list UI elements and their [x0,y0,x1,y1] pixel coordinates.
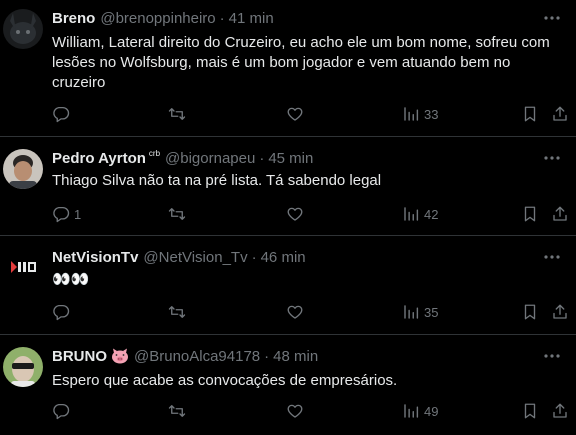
views-button[interactable]: 35 [402,300,438,324]
retweet-button[interactable] [168,399,190,423]
share-icon [553,304,567,319]
views-button[interactable]: 33 [402,102,438,126]
heart-icon [287,404,303,418]
bookmark-icon [524,304,536,320]
retweet-icon [168,208,186,220]
tweet-text: William, Lateral direito do Cruzeiro, eu… [52,34,550,91]
more-options-icon[interactable] [542,148,562,168]
reply-icon [53,106,70,123]
bookmark-icon [524,206,536,222]
user-handle[interactable]: @brenoppinheiro [100,10,215,27]
timestamp[interactable]: 45 min [268,150,313,167]
user-handle[interactable]: @bigornapeu [165,150,255,167]
more-options-icon[interactable] [542,247,562,267]
views-button[interactable]: 49 [402,399,438,423]
avatar[interactable] [3,247,43,287]
share-button[interactable] [551,102,569,126]
separator-dot: · [251,248,257,266]
views-chart-icon [404,305,419,319]
heart-icon [287,207,303,221]
timestamp[interactable]: 41 min [229,10,274,27]
user-handle[interactable]: @NetVision_Tv [143,249,247,266]
reply-button[interactable] [52,102,74,126]
tweet-text: Espero que acabe as convocações de empre… [52,372,398,389]
reply-button[interactable] [52,300,74,324]
retweet-button[interactable] [168,300,190,324]
tweet[interactable]: BRUNO @BrunoAlca94178 · 48 min Espero qu… [0,335,576,435]
bookmark-button[interactable] [521,300,539,324]
reply-button[interactable] [52,399,74,423]
tweet[interactable]: NetVisionTv @NetVision_Tv · 46 min 👀👀 35 [0,236,576,335]
like-button[interactable] [286,300,308,324]
tweet[interactable]: Pedro Ayrton crb @bigornapeu · 45 min Th… [0,137,576,236]
share-button[interactable] [551,399,569,423]
tweet-header: Breno @brenoppinheiro · 41 min [52,8,536,28]
like-button[interactable] [286,202,308,226]
retweet-button[interactable] [168,202,190,226]
views-button[interactable]: 42 [402,202,438,226]
share-icon [553,106,567,121]
views-chart-icon [404,107,419,121]
retweet-button[interactable] [168,102,190,126]
like-button[interactable] [286,102,308,126]
display-name[interactable]: Pedro Ayrton [52,150,146,167]
heart-icon [287,107,303,121]
user-handle[interactable]: @BrunoAlca94178 [134,348,260,365]
like-button[interactable] [286,399,308,423]
bookmark-button[interactable] [521,399,539,423]
pig-face-emoji [111,348,129,364]
avatar[interactable] [3,9,43,49]
views-count: 33 [424,106,439,122]
tweet-actions: 33 [52,102,572,126]
separator-dot: · [264,347,270,365]
reply-icon [53,403,70,420]
share-icon [553,206,567,221]
avatar[interactable] [3,347,43,387]
heart-icon [287,305,303,319]
retweet-icon [168,108,186,120]
display-name[interactable]: Breno [52,10,95,27]
tweet-text: 👀👀 [52,271,90,288]
timestamp[interactable]: 46 min [261,249,306,266]
tweet-header: BRUNO @BrunoAlca94178 · 48 min [52,346,536,366]
reply-icon [53,304,70,321]
tweet-header: NetVisionTv @NetVision_Tv · 46 min [52,247,536,267]
reply-count: 1 [74,206,82,222]
display-name[interactable]: NetVisionTv [52,249,138,266]
share-button[interactable] [551,202,569,226]
views-count: 42 [424,206,439,222]
timestamp[interactable]: 48 min [273,348,318,365]
tweet-actions: 49 [52,399,572,423]
tweet-text: Thiago Silva não ta na pré lista. Tá sab… [52,172,382,189]
reply-button[interactable]: 1 [52,202,81,226]
share-button[interactable] [551,300,569,324]
retweet-icon [168,306,186,318]
bookmark-button[interactable] [521,202,539,226]
views-chart-icon [404,404,419,418]
separator-dot: · [219,9,225,27]
views-count: 49 [424,403,439,419]
bookmark-icon [524,106,536,122]
bookmark-button[interactable] [521,102,539,126]
tweet-header: Pedro Ayrton crb @bigornapeu · 45 min [52,148,536,168]
retweet-icon [168,405,186,417]
club-badge: crb [148,148,161,158]
separator-dot: · [259,149,265,167]
reply-icon [53,206,70,223]
more-options-icon[interactable] [542,346,562,366]
display-name[interactable]: BRUNO [52,348,107,365]
views-count: 35 [424,304,439,320]
tweet[interactable]: Breno @brenoppinheiro · 41 min William, … [0,0,576,137]
tweet-actions: 35 [52,300,572,324]
tweet-actions: 1 42 [52,202,572,226]
views-chart-icon [404,207,419,221]
more-options-icon[interactable] [542,8,562,28]
avatar[interactable] [3,149,43,189]
share-icon [553,403,567,418]
bookmark-icon [524,403,536,419]
